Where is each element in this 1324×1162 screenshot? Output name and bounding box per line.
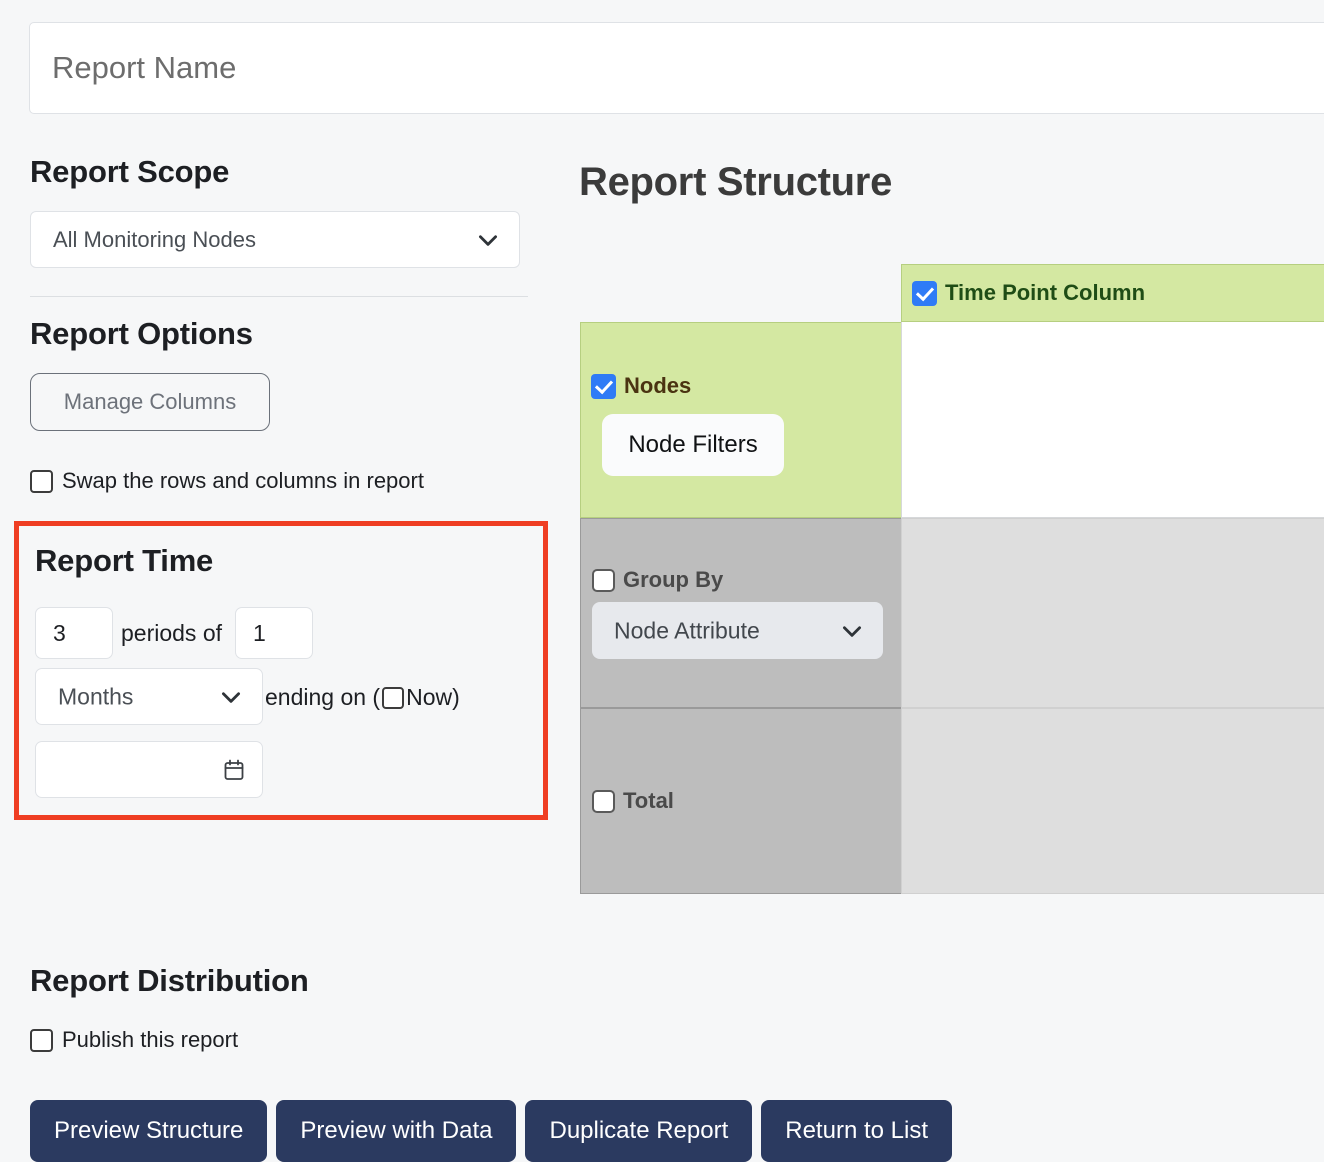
time-unit-select[interactable]: Months xyxy=(35,668,263,725)
report-scope-value: All Monitoring Nodes xyxy=(53,227,256,253)
time-unit-value: Months xyxy=(58,683,133,710)
publish-report-label: Publish this report xyxy=(62,1027,238,1053)
ending-on-now-row: ending on ( Now ) xyxy=(265,684,460,711)
end-date-input[interactable] xyxy=(35,741,263,798)
report-name-input[interactable] xyxy=(52,23,952,113)
group-by-attribute-select[interactable]: Node Attribute xyxy=(592,602,883,659)
manage-columns-button[interactable]: Manage Columns xyxy=(30,373,270,431)
total-data-cell xyxy=(901,708,1324,894)
nodes-checkbox[interactable] xyxy=(591,374,616,399)
group-by-data-cell xyxy=(901,518,1324,708)
nodes-cell[interactable]: Nodes Node Filters xyxy=(580,322,902,518)
action-button-row: Preview Structure Preview with Data Dupl… xyxy=(30,1100,952,1162)
report-structure-heading: Report Structure xyxy=(579,160,892,205)
nodes-data-cell xyxy=(901,322,1324,518)
preview-with-data-button[interactable]: Preview with Data xyxy=(276,1100,516,1162)
periods-count-input[interactable] xyxy=(35,607,113,659)
group-by-header: Group By xyxy=(592,567,723,593)
node-filters-button[interactable]: Node Filters xyxy=(602,414,784,476)
total-checkbox[interactable] xyxy=(592,790,615,813)
swap-rows-columns-checkbox[interactable] xyxy=(30,470,53,493)
ending-now-label: Now xyxy=(406,684,452,711)
total-label: Total xyxy=(623,788,674,814)
chevron-down-icon xyxy=(475,227,501,253)
report-time-section: Report Time periods of Months ending on … xyxy=(14,521,548,820)
nodes-header: Nodes xyxy=(591,373,691,399)
group-by-label: Group By xyxy=(623,567,723,593)
report-name-field[interactable] xyxy=(29,22,1324,114)
section-divider xyxy=(30,296,528,297)
group-by-cell[interactable]: Group By Node Attribute xyxy=(580,518,902,708)
chevron-down-icon xyxy=(839,618,865,644)
publish-report-row[interactable]: Publish this report xyxy=(30,1027,238,1053)
report-scope-select[interactable]: All Monitoring Nodes xyxy=(30,211,520,268)
group-by-attribute-value: Node Attribute xyxy=(614,617,760,644)
nodes-label: Nodes xyxy=(624,373,691,399)
period-size-input[interactable] xyxy=(235,607,313,659)
time-point-column-header: Time Point Column xyxy=(912,280,1145,306)
report-scope-heading: Report Scope xyxy=(30,154,229,190)
time-point-column-checkbox[interactable] xyxy=(912,281,937,306)
duplicate-report-button[interactable]: Duplicate Report xyxy=(525,1100,752,1162)
ending-on-prefix-label: ending on ( xyxy=(265,684,380,711)
publish-report-checkbox[interactable] xyxy=(30,1029,53,1052)
total-cell[interactable]: Total xyxy=(580,708,902,894)
report-options-heading: Report Options xyxy=(30,316,253,352)
ending-now-checkbox[interactable] xyxy=(382,687,404,709)
swap-rows-columns-label: Swap the rows and columns in report xyxy=(62,468,424,494)
ending-on-suffix-label: ) xyxy=(452,684,460,711)
return-to-list-button[interactable]: Return to List xyxy=(761,1100,952,1162)
chevron-down-icon xyxy=(218,684,244,710)
time-point-column-label: Time Point Column xyxy=(945,280,1145,306)
preview-structure-button[interactable]: Preview Structure xyxy=(30,1100,267,1162)
total-header: Total xyxy=(592,788,674,814)
group-by-checkbox[interactable] xyxy=(592,569,615,592)
time-point-column-cell[interactable]: Time Point Column xyxy=(901,264,1324,322)
report-distribution-heading: Report Distribution xyxy=(30,963,309,999)
report-time-heading: Report Time xyxy=(35,543,213,579)
periods-of-label: periods of xyxy=(121,620,222,647)
calendar-icon xyxy=(222,758,246,782)
swap-rows-columns-row[interactable]: Swap the rows and columns in report xyxy=(30,468,424,494)
